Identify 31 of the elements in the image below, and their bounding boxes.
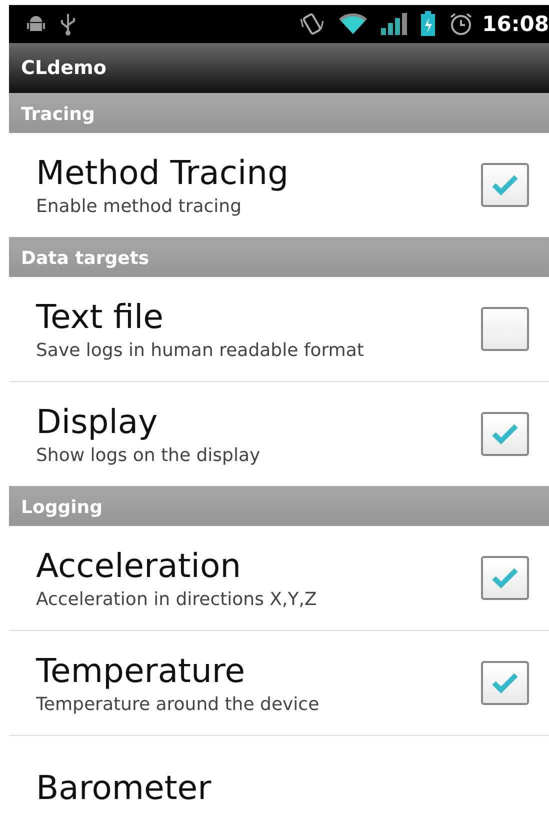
alarm-clock-icon bbox=[448, 11, 474, 37]
checkbox[interactable] bbox=[481, 307, 529, 351]
preference-title: Text file bbox=[36, 296, 164, 336]
vibrate-phone-icon bbox=[298, 11, 326, 37]
battery-charging-icon bbox=[420, 11, 436, 37]
usb-icon bbox=[59, 12, 77, 36]
app-title: CLdemo bbox=[21, 57, 106, 79]
section-header: Data targets bbox=[9, 237, 549, 277]
signal-bars-icon bbox=[380, 12, 408, 36]
section-header: Logging bbox=[9, 486, 549, 526]
check-mark-icon bbox=[490, 566, 520, 590]
checkbox[interactable] bbox=[481, 556, 529, 600]
check-mark-icon bbox=[490, 422, 520, 446]
preference-title: Acceleration bbox=[36, 546, 242, 586]
checkbox[interactable] bbox=[481, 163, 529, 207]
preference-summary: Acceleration in directions X,Y,Z bbox=[36, 589, 318, 610]
preference-title: Temperature bbox=[36, 650, 246, 690]
check-mark-icon bbox=[490, 671, 520, 695]
check-mark-icon bbox=[490, 173, 520, 197]
preference-summary: Save logs in human readable format bbox=[36, 340, 365, 362]
wifi-icon bbox=[338, 12, 368, 36]
preference-summary: Temperature around the device bbox=[36, 694, 320, 716]
preference-summary: Enable method tracing bbox=[36, 196, 242, 218]
section-header: Tracing bbox=[9, 93, 549, 133]
checkbox[interactable] bbox=[481, 661, 529, 705]
checkbox[interactable] bbox=[481, 412, 529, 456]
preference-title: Display bbox=[36, 402, 159, 442]
preference-title: Method Tracing bbox=[36, 152, 290, 192]
clock-time: 16:08 bbox=[482, 12, 549, 36]
preference-summary: Show logs on the display bbox=[36, 445, 262, 466]
preference-title: Barometer bbox=[36, 768, 212, 808]
